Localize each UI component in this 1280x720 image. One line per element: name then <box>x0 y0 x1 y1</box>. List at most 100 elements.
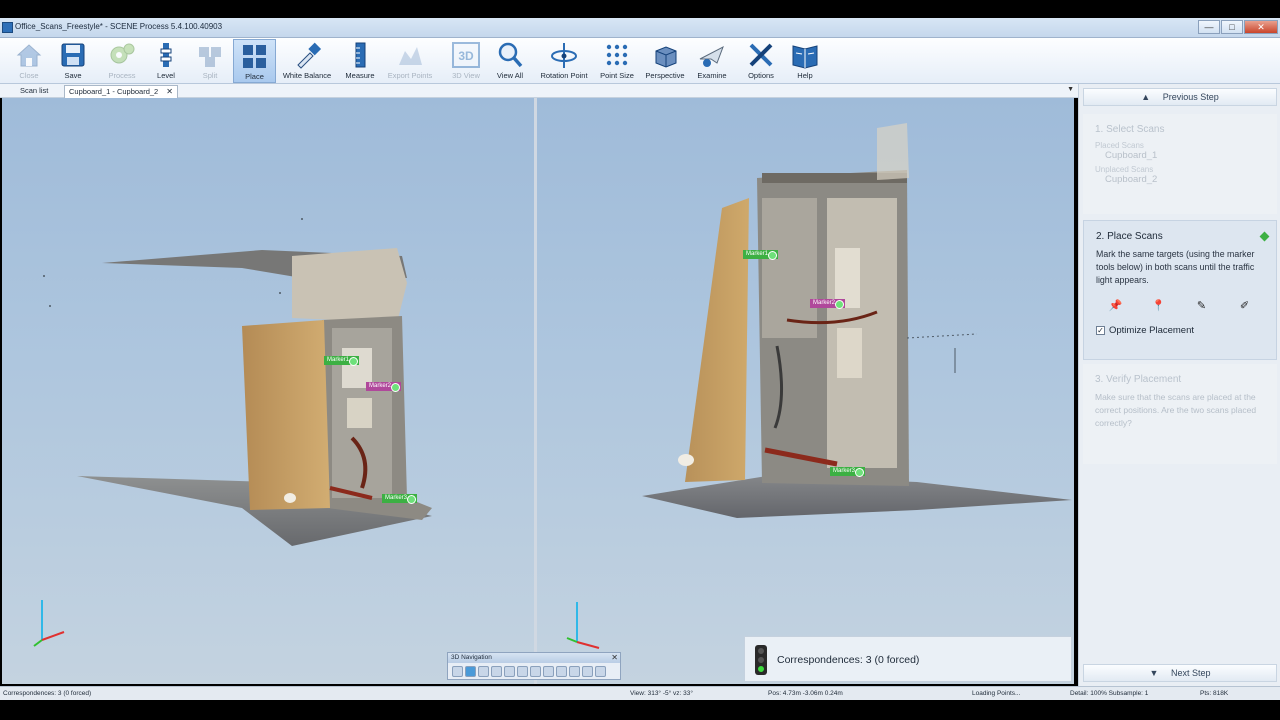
minimize-button[interactable]: — <box>1198 20 1220 34</box>
split-puzzle-icon <box>199 47 221 67</box>
help-book-icon <box>792 45 818 69</box>
svg-text:3D: 3D <box>458 49 474 63</box>
marker-label[interactable]: Marker3 <box>382 494 418 504</box>
title-bar: Office_Scans_Freestyle* - SCENE Process … <box>0 18 1280 38</box>
gears-icon <box>110 43 135 64</box>
app-window: Office_Scans_Freestyle* - SCENE Process … <box>0 0 1280 720</box>
step-description: Make sure that the scans are placed at t… <box>1095 392 1257 428</box>
home-icon <box>16 44 42 67</box>
status-position: Pos: 4.73m -3.06m 0.24m <box>768 690 843 697</box>
options-button[interactable]: Options <box>742 39 780 83</box>
export-points-button[interactable]: Export Points <box>384 39 436 83</box>
eyedropper-icon <box>297 42 322 69</box>
marker-label[interactable]: Marker2 <box>810 299 846 309</box>
screen-border-bottom <box>0 700 1280 720</box>
close-tab-icon[interactable]: ✕ <box>166 87 173 96</box>
placed-scans-label: Placed Scans <box>1095 141 1144 150</box>
place-button[interactable]: Place <box>233 39 276 83</box>
view-back-icon[interactable] <box>517 666 528 677</box>
examine-button[interactable]: Examine <box>692 39 732 83</box>
step-select-scans: 1. Select Scans Placed Scans Cupboard_1 … <box>1083 114 1277 214</box>
reset-view-icon[interactable] <box>595 666 606 677</box>
step-title: 2. Place Scans <box>1096 231 1163 242</box>
unplaced-scans-label: Unplaced Scans <box>1095 165 1154 174</box>
split-button[interactable]: Split <box>188 39 232 83</box>
correspondences-text: Correspondences: 3 (0 forced) <box>777 654 920 666</box>
walk-mode-icon[interactable] <box>452 666 463 677</box>
status-points: Pts: 818K <box>1200 690 1229 697</box>
app-icon <box>2 22 13 33</box>
previous-step-button[interactable]: ▲ Previous Step <box>1083 88 1277 106</box>
3d-view-button[interactable]: 3D 3D View <box>446 39 486 83</box>
placed-scan-item: Cupboard_1 <box>1105 150 1158 161</box>
point-size-icon <box>606 44 628 66</box>
status-bar: Correspondences: 3 (0 forced) View: 313°… <box>0 686 1280 700</box>
view-left-icon[interactable] <box>530 666 541 677</box>
ruler-icon <box>355 42 366 68</box>
viewport-right[interactable]: Marker1 Marker2 Marker3 <box>537 98 1074 684</box>
document-tabs: Scan list Cupboard_1 - Cupboard_2 ✕ ▼ <box>0 84 1078 98</box>
view-right-icon[interactable] <box>543 666 554 677</box>
process-button[interactable]: Process <box>100 39 144 83</box>
marker-label[interactable]: Marker2 <box>366 382 402 392</box>
point-cloud-left <box>33 218 432 647</box>
traffic-light-icon <box>755 645 767 675</box>
view-top-icon[interactable] <box>556 666 567 677</box>
pan-mode-icon[interactable] <box>491 666 502 677</box>
marker-pin-add-icon[interactable]: 📍 <box>1148 297 1170 315</box>
marker-pin-remove-icon[interactable]: ✐ <box>1234 297 1256 315</box>
marker-label[interactable]: Marker3 <box>830 467 866 477</box>
step-verify-placement: 3. Verify Placement Make sure that the s… <box>1083 364 1277 464</box>
step-title: 1. Select Scans <box>1095 124 1165 135</box>
place-puzzle-icon <box>242 45 266 68</box>
white-balance-button[interactable]: White Balance <box>280 39 334 83</box>
marker-label[interactable]: Marker1 <box>743 250 779 260</box>
maximize-button[interactable]: □ <box>1221 20 1243 34</box>
point-size-button[interactable]: Point Size <box>596 39 638 83</box>
status-detail: Detail: 100% Subsample: 1 <box>1070 690 1149 697</box>
zoom-icon[interactable] <box>582 666 593 677</box>
optimize-placement-label: Optimize Placement <box>1109 325 1195 336</box>
point-cloud-right <box>566 123 1072 649</box>
examine-plane-icon <box>699 45 724 67</box>
3d-view-icon: 3D <box>452 42 480 68</box>
rotation-point-button[interactable]: Rotation Point <box>536 39 592 83</box>
tab-menu-dropdown[interactable]: ▼ <box>1067 86 1074 93</box>
close-button[interactable]: Close <box>8 39 50 83</box>
window-title: Office_Scans_Freestyle* - SCENE Process … <box>15 22 223 31</box>
rotation-point-icon <box>551 43 577 68</box>
optimize-placement-checkbox[interactable]: ✓ <box>1096 326 1105 335</box>
step-title: 3. Verify Placement <box>1095 374 1182 385</box>
tab-scan-list[interactable]: Scan list <box>16 85 52 98</box>
help-button[interactable]: Help <box>786 39 824 83</box>
3d-navigation-header: 3D Navigation ✕ <box>448 653 620 663</box>
place-scans-workflow-panel: ▲ Previous Step 1. Select Scans Placed S… <box>1078 84 1280 686</box>
triangle-up-icon: ▲ <box>1141 92 1151 102</box>
level-icon <box>160 43 172 67</box>
level-button[interactable]: Level <box>146 39 186 83</box>
wrench-screwdriver-icon <box>749 43 773 67</box>
view-front-icon[interactable] <box>504 666 515 677</box>
marker-label[interactable]: Marker1 <box>324 356 360 366</box>
screen-border-top <box>0 0 1280 18</box>
export-points-icon <box>399 47 422 65</box>
status-loading: Loading Points... <box>972 690 1021 697</box>
measure-button[interactable]: Measure <box>340 39 380 83</box>
viewport-left[interactable]: Marker1 Marker2 Marker3 <box>2 98 534 684</box>
view-bottom-icon[interactable] <box>569 666 580 677</box>
orbit-mode-icon[interactable] <box>465 666 476 677</box>
close-window-button[interactable]: ✕ <box>1244 20 1278 34</box>
status-correspondences: Correspondences: 3 (0 forced) <box>3 690 92 697</box>
next-step-button[interactable]: ▼ Next Step <box>1083 664 1277 682</box>
perspective-button[interactable]: Perspective <box>642 39 688 83</box>
close-icon[interactable]: ✕ <box>611 653 618 663</box>
save-button[interactable]: Save <box>52 39 94 83</box>
fly-mode-icon[interactable] <box>478 666 489 677</box>
perspective-cube-icon <box>655 46 677 68</box>
marker-pin-icon[interactable]: 📌 <box>1105 297 1127 315</box>
view-all-button[interactable]: View All <box>490 39 530 83</box>
marker-pin-auto-icon[interactable]: ✎ <box>1191 297 1213 315</box>
3d-navigation-palette: 3D Navigation ✕ <box>447 652 621 680</box>
ribbon-toolbar: Close Save Process Level Split Place Whi… <box>0 38 1280 84</box>
tab-cupboard-pair[interactable]: Cupboard_1 - Cupboard_2 ✕ <box>64 85 178 98</box>
